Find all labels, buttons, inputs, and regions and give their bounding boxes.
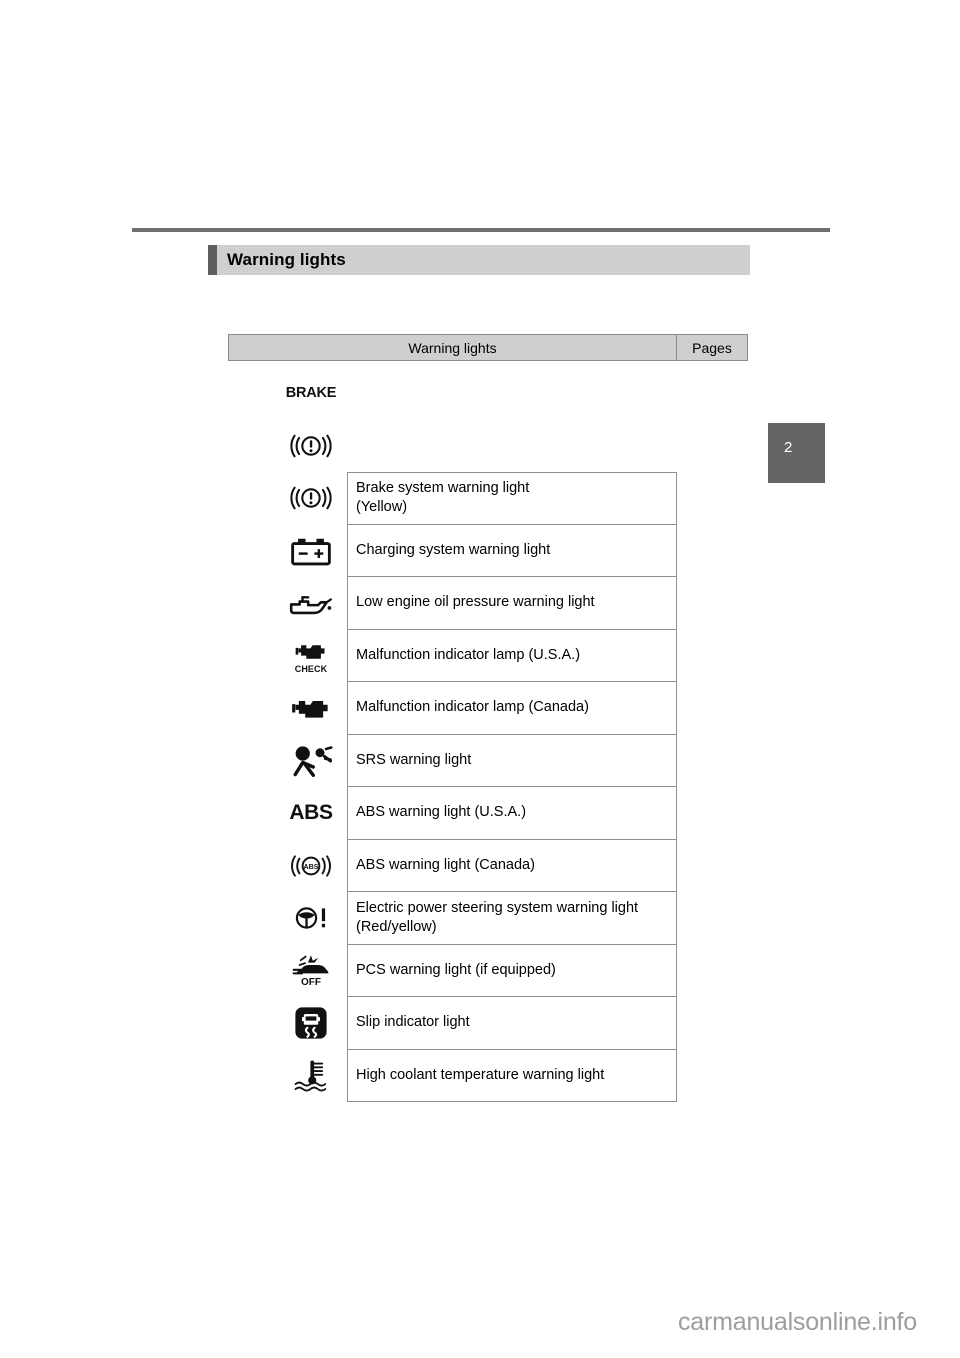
abs-circle-icon: ABS (282, 843, 340, 888)
empty-cell (347, 420, 677, 473)
chapter-tab-number: 2 (784, 439, 793, 456)
warning-light-description: Charging system warning light (356, 541, 551, 558)
warning-light-description: ABS warning light (U.S.A.) (356, 804, 527, 821)
header-rule (132, 228, 830, 232)
brake-system-circle-icon (282, 423, 340, 468)
check-engine-icon (282, 686, 340, 730)
section-title-bar: Warning lights (208, 245, 750, 275)
warning-light-description-cell: High coolant temperature warning light (347, 1049, 677, 1102)
table-row: OFF PCS warning light (if equipped) (228, 944, 748, 997)
abs-word-icon: ABS (282, 791, 340, 835)
warning-light-description-cell: Malfunction indicator lamp (U.S.A.) (347, 629, 677, 682)
coolant-temperature-icon (282, 1053, 340, 1098)
table-body: BRAKE Brake system warning light (Yellow) C… (228, 367, 748, 1102)
table-row: Malfunction indicator lamp (Canada) (228, 682, 748, 735)
warning-light-description: SRS warning light (356, 751, 472, 768)
warning-light-description-cell: ABS warning light (U.S.A.) (347, 787, 677, 840)
warning-light-sub-description: (Yellow) (356, 499, 408, 516)
table-row: ABS ABS warning light (Canada) (228, 839, 748, 892)
empty-cell (347, 367, 677, 420)
warning-light-description-cell: Charging system warning light (347, 524, 677, 577)
warning-light-description-cell: Low engine oil pressure warning light (347, 577, 677, 630)
warning-light-description: High coolant temperature warning light (356, 1066, 605, 1083)
table-row: High coolant temperature warning light (228, 1049, 748, 1102)
table-row: Slip indicator light (228, 997, 748, 1050)
site-watermark: carmanualsonline.info (678, 1308, 918, 1336)
srs-airbag-icon (282, 738, 340, 783)
steering-wheel-exclamation-icon (282, 896, 340, 940)
warning-light-description: Slip indicator light (356, 1014, 470, 1031)
section-title-accent (208, 245, 217, 275)
page-title: Warning lights (227, 250, 346, 269)
warning-light-description: Electric power steering system warning l… (356, 899, 639, 916)
table-row: Brake system warning light (Yellow) (228, 472, 748, 525)
warning-light-description-cell: ABS warning light (Canada) (347, 839, 677, 892)
warning-light-description: Low engine oil pressure warning light (356, 594, 595, 611)
oil-can-icon (282, 581, 340, 625)
brake-system-circle-icon (282, 476, 340, 520)
warning-light-description: ABS warning light (Canada) (356, 856, 535, 873)
table-row: Electric power steering system warning l… (228, 892, 748, 945)
warning-light-description-cell: SRS warning light (347, 734, 677, 787)
table-header-row: Warning lights Pages (228, 334, 748, 361)
section-title-body: Warning lights (217, 245, 750, 275)
brake-word-icon: BRAKE (282, 371, 340, 415)
warning-light-description-cell: Slip indicator light (347, 997, 677, 1050)
warning-light-description: Brake system warning light (356, 480, 530, 497)
warning-light-description-cell: Brake system warning light (Yellow) (347, 472, 677, 525)
warning-light-description: PCS warning light (if equipped) (356, 961, 556, 978)
pcs-off-icon: OFF (282, 948, 340, 993)
warning-lights-table: Warning lights Pages BRAKE Brake system w… (228, 334, 748, 1102)
table-row: Low engine oil pressure warning light (228, 577, 748, 630)
battery-icon (282, 528, 340, 573)
warning-light-description: Malfunction indicator lamp (U.S.A.) (356, 646, 581, 663)
chapter-tab: 2 (768, 423, 825, 483)
table-row (228, 420, 748, 473)
table-header-pages: Pages (692, 339, 732, 356)
table-row: Charging system warning light (228, 524, 748, 577)
svg-text:ABS: ABS (304, 863, 319, 870)
table-row: BRAKE (228, 367, 748, 420)
warning-light-sub-description: (Red/yellow) (356, 918, 437, 935)
warning-light-description: Malfunction indicator lamp (Canada) (356, 699, 589, 716)
table-row: SRS warning light (228, 734, 748, 787)
table-row: ABS ABS warning light (U.S.A.) (228, 787, 748, 840)
warning-light-description-cell: PCS warning light (if equipped) (347, 944, 677, 997)
warning-light-description-cell: Electric power steering system warning l… (347, 892, 677, 945)
table-header-warning-lights: Warning lights (229, 335, 677, 360)
check-engine-check-icon: CHECK (282, 633, 340, 678)
warning-light-description-cell: Malfunction indicator lamp (Canada) (347, 682, 677, 735)
table-row: CHECK Malfunction indicator lamp (U.S.A.) (228, 629, 748, 682)
slip-indicator-icon (282, 1001, 340, 1045)
